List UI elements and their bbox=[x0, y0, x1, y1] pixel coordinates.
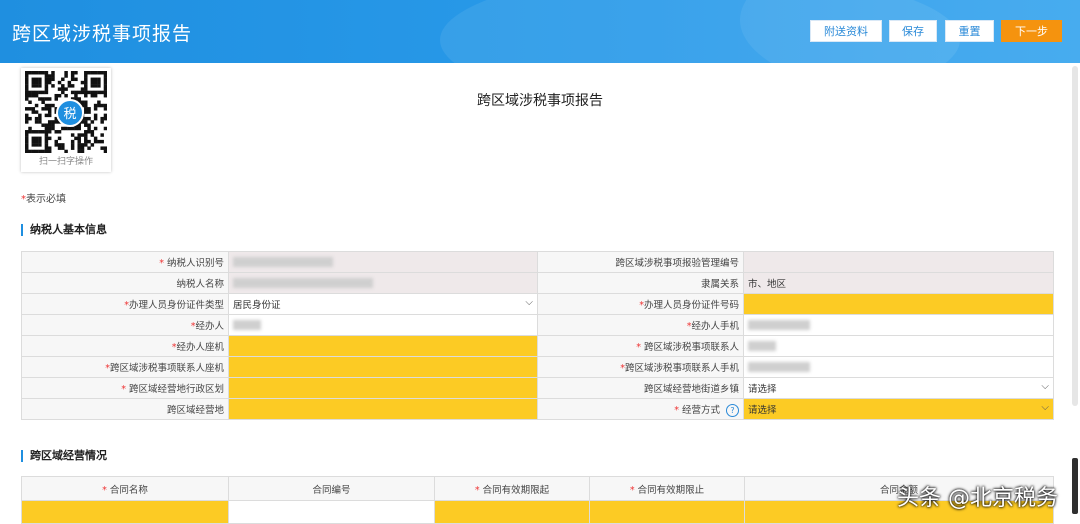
label-handler-mobile: *经办人手机 bbox=[537, 314, 744, 336]
taxpayer-info-table: * 纳税人识别号 跨区域涉税事项报验管理编号 纳税人名称 隶属关系 市、地区 *… bbox=[21, 251, 1054, 420]
label-taxpayer-id: * 纳税人识别号 bbox=[21, 251, 229, 273]
chevron-down-icon: ⌵ bbox=[1041, 381, 1049, 392]
id-type-select[interactable]: 居民身份证 ⌵ bbox=[228, 293, 538, 315]
label-cross-mgmt-no: 跨区域涉税事项报验管理编号 bbox=[537, 251, 744, 273]
vertical-scrollbar[interactable] bbox=[1072, 66, 1078, 406]
chevron-down-icon: ⌵ bbox=[1041, 402, 1049, 413]
header-contract-no: 合同编号 bbox=[228, 476, 435, 501]
label-street: 跨区域经营地街道乡镇 bbox=[537, 377, 744, 399]
section-title-operation: 跨区域经营情况 bbox=[21, 450, 107, 462]
label-contact-phone: *跨区域涉税事项联系人座机 bbox=[21, 356, 229, 378]
header-contract-start: * 合同有效期限起 bbox=[434, 476, 590, 501]
mode-select[interactable]: 请选择 ⌵ bbox=[743, 398, 1054, 420]
handler-input[interactable] bbox=[228, 314, 538, 336]
qr-code-card: 税 扫一扫字操作 bbox=[21, 68, 111, 172]
label-id-no: *办理人员身份证件号码 bbox=[537, 293, 744, 315]
label-contact: * 跨区域涉税事项联系人 bbox=[537, 335, 744, 357]
label-id-type: *办理人员身份证件类型 bbox=[21, 293, 229, 315]
app-header: 跨区域涉税事项报告 附送资料 保存 重置 下一步 bbox=[0, 0, 1080, 63]
region-input[interactable] bbox=[228, 377, 538, 399]
cross-mgmt-no-field bbox=[743, 251, 1054, 273]
next-step-button[interactable]: 下一步 bbox=[1001, 20, 1062, 42]
header-contract-name: * 合同名称 bbox=[21, 476, 229, 501]
id-no-input[interactable] bbox=[743, 293, 1054, 315]
header-contract-end: * 合同有效期限止 bbox=[589, 476, 745, 501]
section-title-basic: 纳税人基本信息 bbox=[21, 224, 107, 236]
label-contact-mobile: *跨区域涉税事项联系人手机 bbox=[537, 356, 744, 378]
label-region: * 跨区域经营地行政区划 bbox=[21, 377, 229, 399]
taxpayer-id-field bbox=[228, 251, 538, 273]
label-handler-phone: *经办人座机 bbox=[21, 335, 229, 357]
watermark: 头条 @北京税务 bbox=[897, 486, 1058, 511]
required-note: *表示必填 bbox=[21, 190, 66, 205]
label-place: 跨区域经营地 bbox=[21, 398, 229, 420]
qr-caption: 扫一扫字操作 bbox=[38, 157, 93, 167]
contact-phone-input[interactable] bbox=[228, 356, 538, 378]
affiliation-field: 市、地区 bbox=[743, 272, 1054, 294]
contract-no-input[interactable] bbox=[228, 500, 435, 524]
attach-docs-button[interactable]: 附送资料 bbox=[810, 20, 882, 42]
label-handler: *经办人 bbox=[21, 314, 229, 336]
label-affiliation: 隶属关系 bbox=[537, 272, 744, 294]
side-widget bbox=[1072, 458, 1078, 514]
contact-input[interactable] bbox=[743, 335, 1054, 357]
save-button[interactable]: 保存 bbox=[889, 20, 937, 42]
contract-name-input[interactable] bbox=[21, 500, 229, 524]
street-select[interactable]: 请选择 ⌵ bbox=[743, 377, 1054, 399]
required-note-text: 表示必填 bbox=[26, 194, 66, 205]
place-input[interactable] bbox=[228, 398, 538, 420]
taxpayer-name-field bbox=[228, 272, 538, 294]
help-icon[interactable]: ? bbox=[726, 403, 739, 417]
contact-mobile-input[interactable] bbox=[743, 356, 1054, 378]
app-title: 跨区域涉税事项报告 bbox=[12, 23, 193, 45]
reset-button[interactable]: 重置 bbox=[945, 20, 994, 42]
contract-start-input[interactable] bbox=[434, 500, 590, 524]
label-taxpayer-name: 纳税人名称 bbox=[21, 272, 229, 294]
chevron-down-icon: ⌵ bbox=[525, 297, 533, 308]
qr-code-icon: 税 bbox=[25, 71, 107, 153]
handler-phone-input[interactable] bbox=[228, 335, 538, 357]
label-mode: * 经营方式? bbox=[537, 398, 744, 420]
contract-end-input[interactable] bbox=[589, 500, 745, 524]
handler-mobile-input[interactable] bbox=[743, 314, 1054, 336]
document-title: 跨区域涉税事项报告 bbox=[477, 93, 603, 109]
